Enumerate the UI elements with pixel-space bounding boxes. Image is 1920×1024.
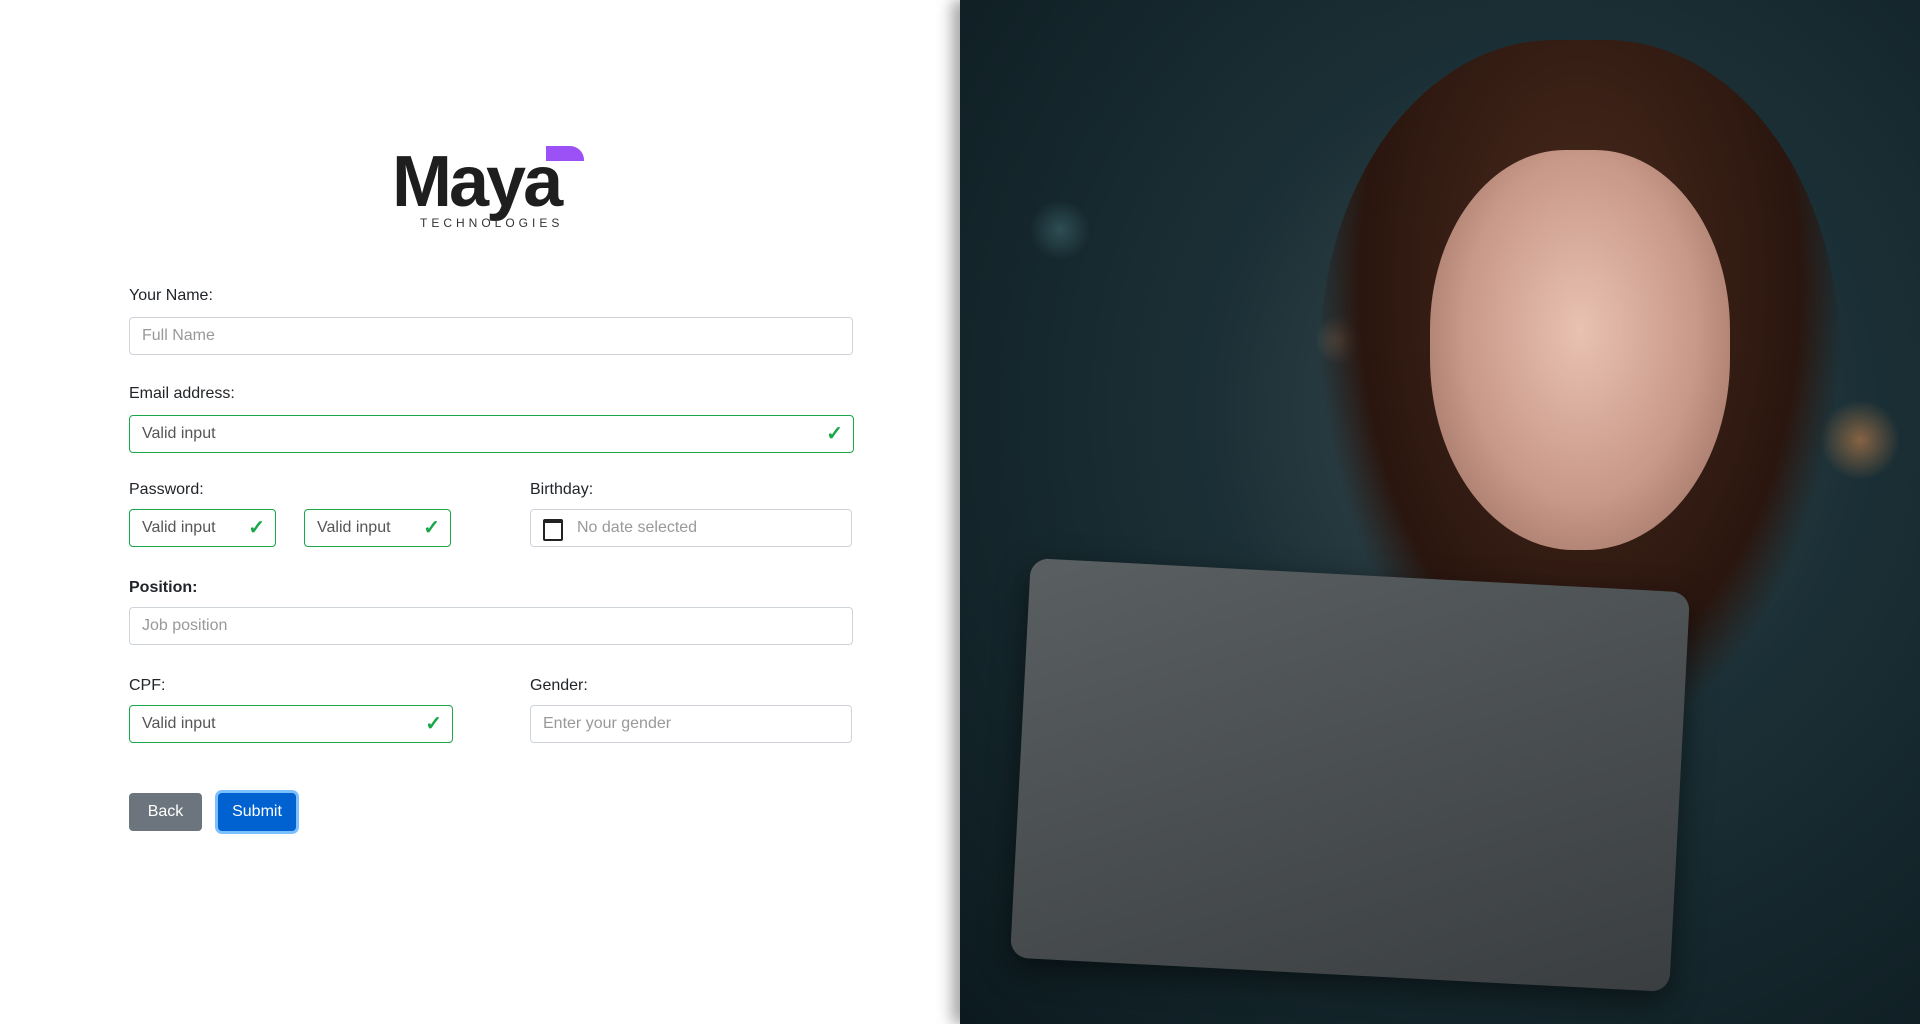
name-placeholder: Full Name: [142, 327, 215, 344]
cpf-input[interactable]: Valid input ✓: [129, 705, 453, 743]
birthday-datepicker[interactable]: No date selected: [530, 509, 852, 547]
email-input[interactable]: Valid input ✓: [129, 415, 854, 453]
password-confirm-input[interactable]: Valid input ✓: [304, 509, 451, 547]
logo-wordmark: Maya: [392, 142, 563, 222]
birthday-placeholder: No date selected: [577, 519, 698, 536]
position-label: Position:: [129, 579, 198, 596]
check-icon: ✓: [423, 517, 440, 539]
photo-tablet: [1009, 558, 1691, 992]
birthday-label: Birthday:: [530, 481, 594, 498]
email-value: Valid input: [142, 425, 216, 442]
form-panel: Maya TECHNOLOGIES Your Name: Full Name E…: [0, 0, 960, 1024]
hero-photo: [960, 0, 1920, 1024]
gender-label: Gender:: [530, 677, 588, 694]
email-label: Email address:: [129, 385, 235, 402]
password-confirm-value: Valid input: [317, 519, 391, 536]
gender-input[interactable]: Enter your gender: [530, 705, 852, 743]
logo-subtitle: TECHNOLOGIES: [420, 216, 564, 230]
check-icon: ✓: [826, 423, 843, 445]
position-placeholder: Job position: [142, 617, 228, 634]
calendar-icon[interactable]: [543, 519, 563, 541]
cpf-value: Valid input: [142, 715, 216, 732]
check-icon: ✓: [425, 713, 442, 735]
name-input[interactable]: Full Name: [129, 317, 853, 355]
password-input[interactable]: Valid input ✓: [129, 509, 276, 547]
position-input[interactable]: Job position: [129, 607, 853, 645]
logo: Maya TECHNOLOGIES: [392, 140, 592, 230]
name-label: Your Name:: [129, 287, 213, 304]
check-icon: ✓: [248, 517, 265, 539]
cpf-label: CPF:: [129, 677, 166, 694]
back-button[interactable]: Back: [129, 793, 202, 831]
submit-button[interactable]: Submit: [218, 793, 296, 831]
gender-placeholder: Enter your gender: [543, 715, 672, 732]
password-label: Password:: [129, 481, 204, 498]
password-value: Valid input: [142, 519, 216, 536]
photo-face: [1430, 150, 1730, 550]
